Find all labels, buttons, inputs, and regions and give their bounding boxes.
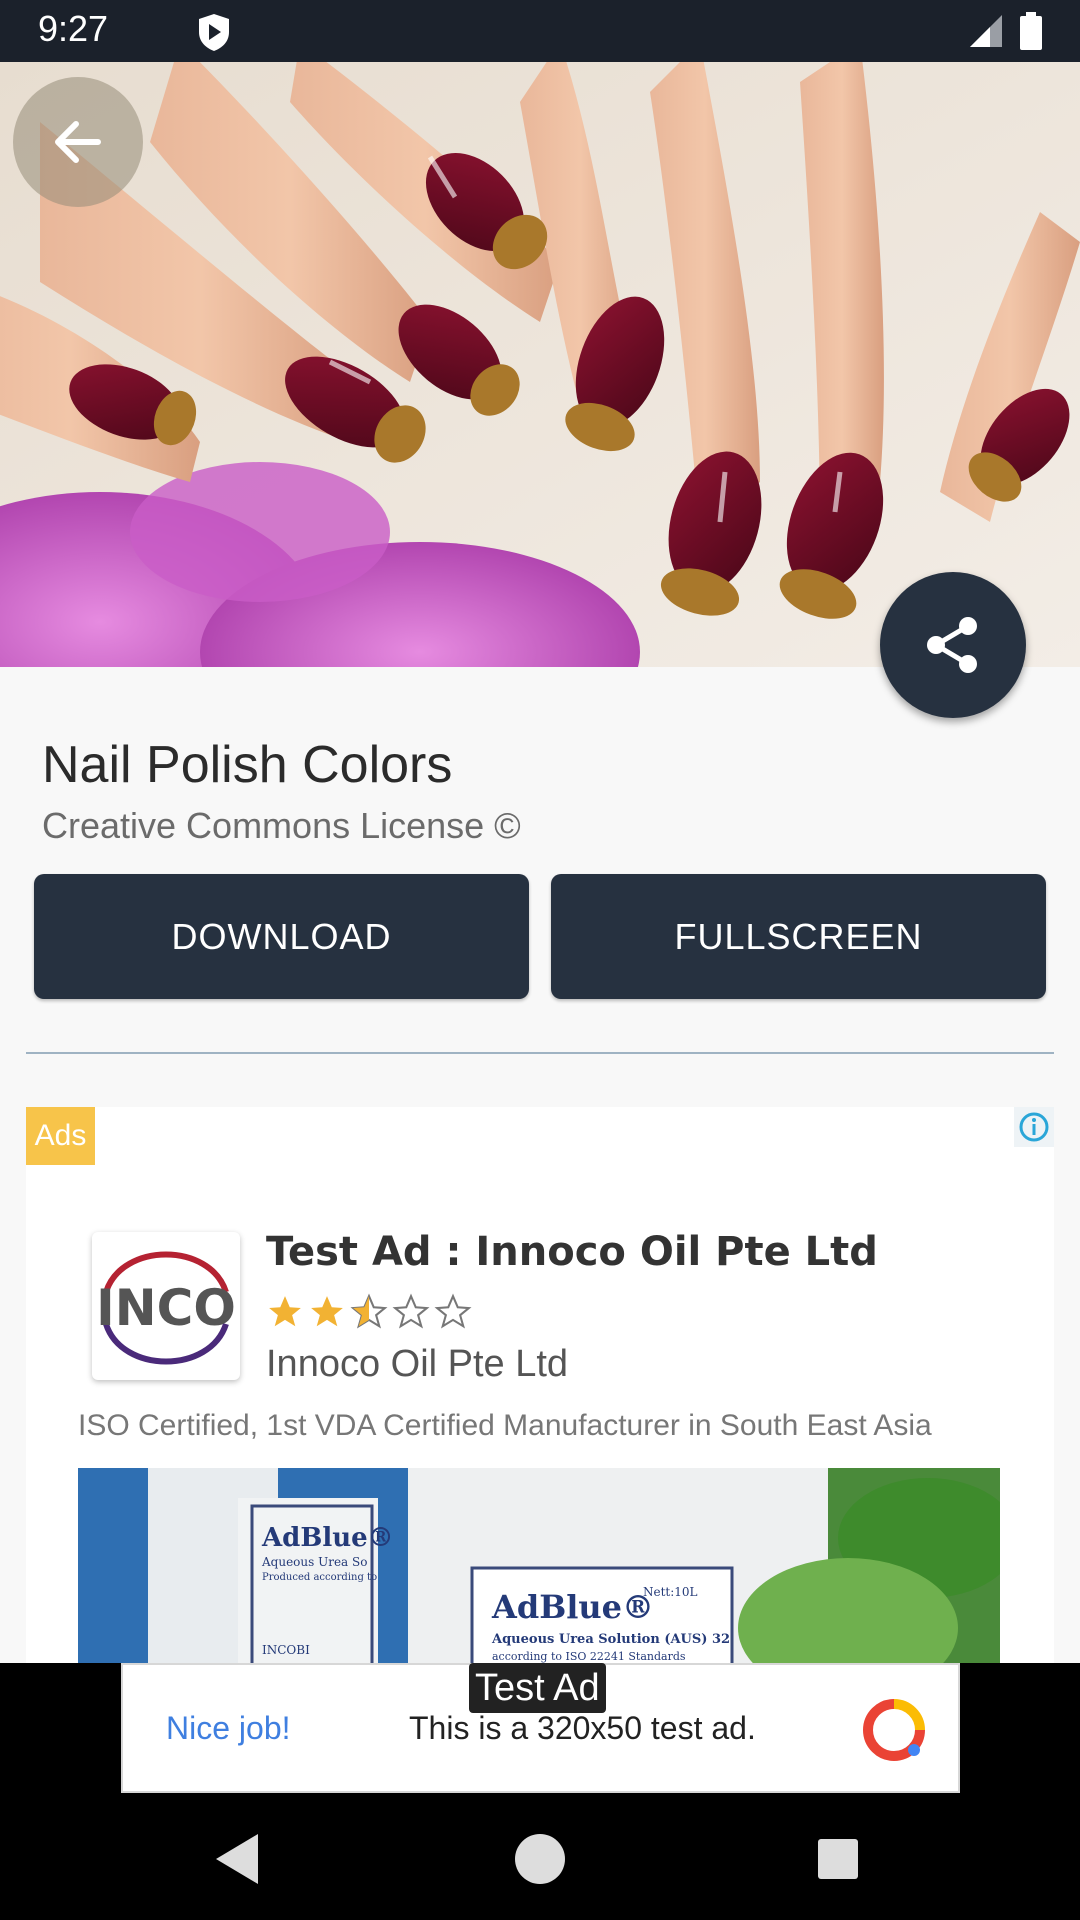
status-time: 9:27: [38, 8, 109, 49]
banner-text: This is a 320x50 test ad.: [409, 1710, 756, 1746]
star-half-icon: [350, 1293, 388, 1329]
advertiser-logo: INCO: [92, 1232, 240, 1380]
media-line-small-1: Aqueous Urea So: [261, 1555, 367, 1569]
rating-stars: [266, 1293, 472, 1333]
native-ad-card[interactable]: Ads INCO Test Ad : Innoco Oil Pte Ltd In…: [26, 1107, 1054, 1667]
ad-headline: Test Ad : Innoco Oil Pte Ltd: [266, 1229, 878, 1275]
star-full-icon: [269, 1296, 301, 1327]
ads-badge: Ads: [26, 1107, 95, 1165]
download-button[interactable]: DOWNLOAD: [34, 874, 529, 999]
ad-advertiser: Innoco Oil Pte Ltd: [266, 1343, 569, 1385]
fullscreen-button[interactable]: FULLSCREEN: [551, 874, 1046, 999]
nav-recents-icon[interactable]: [816, 1837, 860, 1881]
nav-home-icon[interactable]: [513, 1832, 567, 1886]
media-brand-small: AdBlue®: [261, 1523, 394, 1553]
logo-text: INCO: [96, 1279, 236, 1337]
media-line-small-2: Produced according to: [262, 1572, 377, 1583]
status-bar: 9:27: [0, 0, 1080, 62]
share-icon: [927, 617, 977, 673]
media-line-large-2: according to ISO 22241 Standards: [492, 1650, 686, 1663]
back-button[interactable]: [13, 77, 143, 207]
wallpaper-image[interactable]: [0, 62, 1080, 667]
media-line-large-1: Aqueous Urea Solution (AUS) 32: [491, 1632, 730, 1647]
ad-media-image[interactable]: AdBlue® Aqueous Urea So Produced accordi…: [78, 1468, 1000, 1667]
star-empty-icon: [434, 1293, 472, 1329]
ad-body: ISO Certified, 1st VDA Certified Manufac…: [78, 1409, 932, 1442]
divider: [26, 1052, 1054, 1054]
media-brand-large: AdBlue®: [491, 1588, 654, 1626]
adchoices-button[interactable]: [1014, 1107, 1054, 1147]
ad-network-logo-icon: [863, 1699, 925, 1761]
banner-nice-text: Nice job!: [166, 1710, 291, 1746]
share-button[interactable]: [880, 572, 1026, 718]
arrow-left-icon: [55, 121, 101, 163]
battery-icon: [1020, 12, 1042, 50]
license-text: Creative Commons License ©: [42, 805, 521, 846]
wallpaper-title: Nail Polish Colors: [42, 736, 453, 794]
star-empty-icon: [392, 1293, 430, 1329]
star-full-icon: [311, 1296, 343, 1327]
navigation-bar: [0, 1800, 1080, 1920]
media-bottom-small: INCOBI: [262, 1643, 310, 1657]
nav-back-icon[interactable]: [212, 1832, 262, 1886]
media-net: Nett:10L: [643, 1585, 698, 1599]
shield-icon: [199, 14, 229, 51]
screen: 9:27 Nail Polish Colors Creative Commons…: [0, 0, 1080, 1920]
banner-label: Test Ad: [469, 1663, 606, 1713]
info-icon: [1019, 1112, 1049, 1142]
signal-icon: [970, 15, 1002, 47]
